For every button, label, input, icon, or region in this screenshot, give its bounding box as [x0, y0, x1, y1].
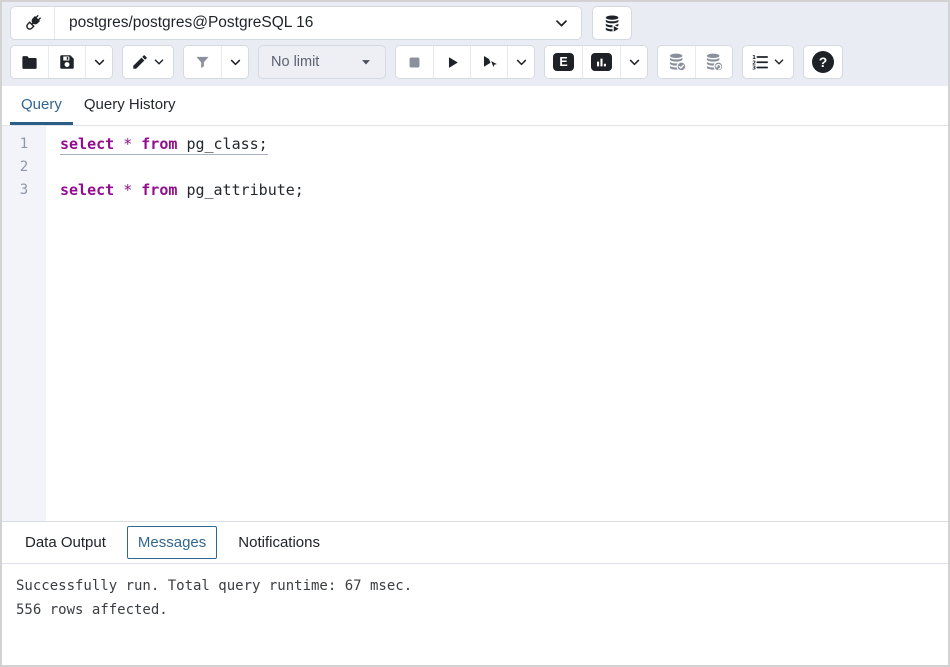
execute-options-button[interactable]: [507, 46, 534, 78]
tab-data-output[interactable]: Data Output: [14, 526, 117, 559]
message-line: Successfully run. Total query runtime: 6…: [16, 574, 934, 598]
code-line[interactable]: [60, 156, 948, 179]
filter-icon: [194, 54, 211, 71]
save-button[interactable]: [48, 46, 85, 78]
editor-gutter: 123: [2, 126, 46, 521]
editor-tab-bar: Query Query History: [2, 86, 948, 126]
cancel-query-button[interactable]: [396, 46, 433, 78]
explain-analyze-button[interactable]: [582, 46, 620, 78]
connection-dropdown[interactable]: postgres/postgres@PostgreSQL 16: [55, 7, 581, 39]
edit-button-group: [122, 45, 174, 79]
caret-down-icon: [359, 55, 373, 69]
svg-text:3: 3: [752, 66, 756, 72]
tab-messages[interactable]: Messages: [127, 526, 217, 559]
stop-icon: [406, 54, 423, 71]
plug-icon: [23, 13, 43, 33]
pencil-icon: [131, 53, 149, 71]
help-icon: ?: [812, 51, 834, 73]
connection-group: postgres/postgres@PostgreSQL 16: [10, 6, 582, 40]
line-number: 2: [2, 156, 46, 179]
editor-lines[interactable]: select * from pg_class; select * from pg…: [46, 126, 948, 521]
explain-analyze-icon: [591, 53, 612, 71]
database-rollback-icon: [704, 52, 724, 72]
output-tab-bar: Data Output Messages Notifications: [2, 521, 948, 564]
edit-button[interactable]: [123, 46, 173, 78]
toolbar: No limit: [2, 44, 948, 86]
chevron-down-icon: [93, 56, 106, 69]
tab-query-history[interactable]: Query History: [73, 86, 187, 125]
tab-notifications[interactable]: Notifications: [227, 526, 331, 559]
explain-button-group: E: [544, 45, 648, 79]
macros-button[interactable]: 123: [743, 46, 793, 78]
transaction-button-group: [657, 45, 733, 79]
chevron-down-icon: [554, 16, 569, 31]
chevron-down-icon: [229, 56, 242, 69]
sql-editor[interactable]: 123 select * from pg_class; select * fro…: [2, 126, 948, 521]
folder-icon: [20, 53, 39, 72]
message-line: 556 rows affected.: [16, 598, 934, 622]
chevron-down-icon: [515, 56, 528, 69]
connection-value: postgres/postgres@PostgreSQL 16: [69, 14, 554, 32]
chevron-down-icon: [153, 56, 165, 68]
database-new-connection-icon: [603, 14, 622, 33]
execute-button[interactable]: [433, 46, 470, 78]
play-icon: [444, 54, 461, 71]
row-limit-value: No limit: [271, 54, 319, 70]
database-commit-icon: [667, 52, 687, 72]
numbered-list-icon: 123: [751, 53, 769, 71]
file-button-group: [10, 45, 113, 79]
open-file-button[interactable]: [11, 46, 48, 78]
commit-button[interactable]: [658, 46, 695, 78]
filter-button-group: [183, 45, 249, 79]
connection-status-button[interactable]: [11, 7, 55, 39]
code-line[interactable]: select * from pg_class;: [60, 133, 948, 156]
line-number: 3: [2, 179, 46, 202]
row-limit-select[interactable]: No limit: [258, 45, 386, 79]
query-tool-window: postgres/postgres@PostgreSQL 16: [0, 0, 950, 667]
new-connection-button[interactable]: [592, 6, 632, 40]
explain-button[interactable]: E: [545, 46, 582, 78]
execute-script-button[interactable]: [470, 46, 507, 78]
explain-icon: E: [553, 53, 574, 71]
filter-options-button[interactable]: [221, 46, 248, 78]
help-button-group: ?: [803, 45, 843, 79]
tab-query[interactable]: Query: [10, 86, 73, 125]
save-options-button[interactable]: [85, 46, 112, 78]
messages-panel: Successfully run. Total query runtime: 6…: [2, 564, 948, 665]
chevron-down-icon: [773, 56, 785, 68]
connection-bar: postgres/postgres@PostgreSQL 16: [2, 2, 948, 44]
chevron-down-icon: [628, 56, 641, 69]
macro-button-group: 123: [742, 45, 794, 79]
save-icon: [58, 53, 76, 71]
help-button[interactable]: ?: [804, 46, 842, 78]
execute-button-group: [395, 45, 535, 79]
play-cursor-icon: [480, 53, 499, 72]
rollback-button[interactable]: [695, 46, 732, 78]
code-line[interactable]: select * from pg_attribute;: [60, 179, 948, 202]
explain-options-button[interactable]: [620, 46, 647, 78]
filter-button[interactable]: [184, 46, 221, 78]
line-number: 1: [2, 133, 46, 156]
